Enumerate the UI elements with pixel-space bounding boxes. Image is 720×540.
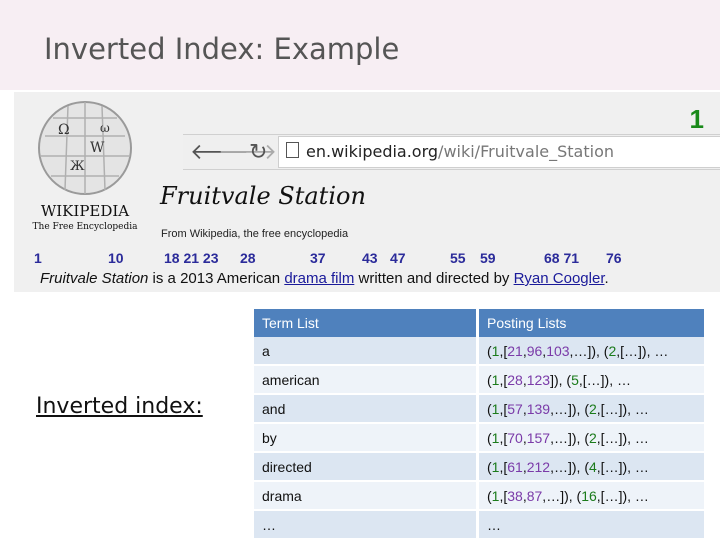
svg-text:Ω: Ω (58, 122, 70, 138)
slide-title: Inverted Index: Example (44, 32, 400, 66)
inverted-index-table: Term List Posting Lists a (1,[21,96,103,…… (254, 309, 704, 540)
word-offset: 157 (526, 429, 551, 446)
term-cell: … (254, 510, 479, 540)
word-offset: 139 (526, 400, 551, 417)
doc-id: 2 (608, 342, 617, 359)
position-label: 1 (34, 250, 42, 266)
posting-cell: (1,[28,123]), (5,[…]), … (477, 365, 704, 395)
table-row: by (1,[70,157,…]), (2,[…]), … (254, 423, 704, 453)
term-list-header: Term List (254, 309, 479, 337)
drama-film-link[interactable]: drama film (284, 270, 354, 287)
table-header-row: Term List Posting Lists (254, 309, 704, 337)
doc-id: 1 (491, 342, 500, 359)
doc-id: 2 (588, 429, 597, 446)
word-offset: 21 (507, 342, 523, 359)
svg-text:W: W (90, 140, 105, 156)
position-label: 10 (108, 250, 124, 266)
position-label: 37 (310, 250, 326, 266)
position-label: 47 (390, 250, 406, 266)
doc-id: 1 (491, 371, 500, 388)
svg-text:Ж: Ж (70, 159, 85, 174)
article-subtitle: From Wikipedia, the free encyclopedia (161, 228, 349, 240)
word-offset: 28 (507, 371, 523, 388)
sentence-italic: Fruitvale Station (40, 270, 149, 287)
wikipedia-logo: Ω W Ж ω WIKIPEDIA The Free Encyclopedia (18, 96, 152, 234)
svg-text:WIKIPEDIA: WIKIPEDIA (41, 202, 129, 220)
posting-cell: … (477, 510, 704, 540)
word-offset: 123 (526, 371, 551, 388)
page-icon (286, 142, 299, 158)
inverted-index-label: Inverted index: (36, 394, 203, 419)
term-cell: directed (254, 452, 479, 482)
svg-text:ω: ω (100, 121, 110, 135)
doc-id: 1 (491, 400, 500, 417)
table-row: drama (1,[38,87,…]), (16,[…]), … (254, 481, 704, 511)
reload-icon[interactable]: ↻ (249, 139, 267, 165)
table-body: a (1,[21,96,103,…]), (2,[…]), … american (1… (254, 337, 704, 540)
word-offset: 103 (546, 342, 570, 359)
sentence-text: . (604, 270, 609, 287)
table-row: a (1,[21,96,103,…]), (2,[…]), … (254, 337, 704, 366)
posting-cell: (1,[61,212,…]), (4,[…]), … (477, 452, 704, 482)
term-cell: drama (254, 481, 479, 511)
term-cell: american (254, 365, 479, 395)
table-row: …… (254, 510, 704, 540)
page-number: 1 (689, 104, 704, 134)
word-offset: 87 (526, 487, 543, 504)
doc-id: 5 (571, 371, 579, 388)
position-label: 18 21 23 (164, 250, 219, 266)
article-title: Fruitvale Station (160, 182, 366, 210)
posting-cell: (1,[21,96,103,…]), (2,[…]), … (477, 337, 704, 366)
position-label: 43 (362, 250, 378, 266)
word-offset: 70 (507, 429, 523, 446)
word-offset: 212 (526, 458, 551, 475)
position-label: 68 71 (544, 250, 580, 266)
term-cell: and (254, 394, 479, 424)
svg-text:The Free Encyclopedia: The Free Encyclopedia (33, 222, 139, 232)
word-offset: 96 (526, 342, 543, 359)
doc-id: 16 (581, 487, 597, 504)
position-label: 55 (450, 250, 466, 266)
posting-cell: (1,[70,157,…]), (2,[…]), … (477, 423, 704, 453)
article-sentence: Fruitvale Station is a 2013 American dra… (40, 270, 609, 287)
position-label: 76 (606, 250, 622, 266)
table-row: directed (1,[61,212,…]), (4,[…]), … (254, 452, 704, 482)
doc-id: 4 (588, 458, 597, 475)
term-cell: a (254, 337, 479, 366)
word-offset: 57 (507, 400, 523, 417)
word-offset: 38 (507, 487, 523, 504)
ryan-coogler-link[interactable]: Ryan Coogler (514, 270, 605, 287)
doc-id: 2 (588, 400, 597, 417)
forward-arrow-icon[interactable]: 🡒 (218, 139, 277, 165)
term-cell: by (254, 423, 479, 453)
doc-id: 1 (491, 487, 500, 504)
position-label: 59 (480, 250, 496, 266)
sentence-text: written and directed by (354, 270, 514, 287)
posting-lists-header: Posting Lists (477, 309, 704, 337)
position-label: 28 (240, 250, 256, 266)
word-offset: 61 (507, 458, 523, 475)
url-path: /wiki/Fruitvale_Station (438, 142, 614, 161)
url-text[interactable]: en.wikipedia.org/wiki/Fruitvale_Station (306, 142, 614, 161)
sentence-text: is a 2013 American (148, 270, 285, 287)
posting-cell: (1,[57,139,…]), (2,[…]), … (477, 394, 704, 424)
table-row: and (1,[57,139,…]), (2,[…]), … (254, 394, 704, 424)
word-positions: 1 10 18 21 23 28 37 43 47 55 59 68 71 76 (0, 250, 720, 268)
posting-cell: (1,[38,87,…]), (16,[…]), … (477, 481, 704, 511)
table-row: american (1,[28,123]), (5,[…]), … (254, 365, 704, 395)
doc-id: 1 (491, 429, 500, 446)
url-domain: en.wikipedia.org (306, 142, 439, 161)
doc-id: 1 (491, 458, 500, 475)
